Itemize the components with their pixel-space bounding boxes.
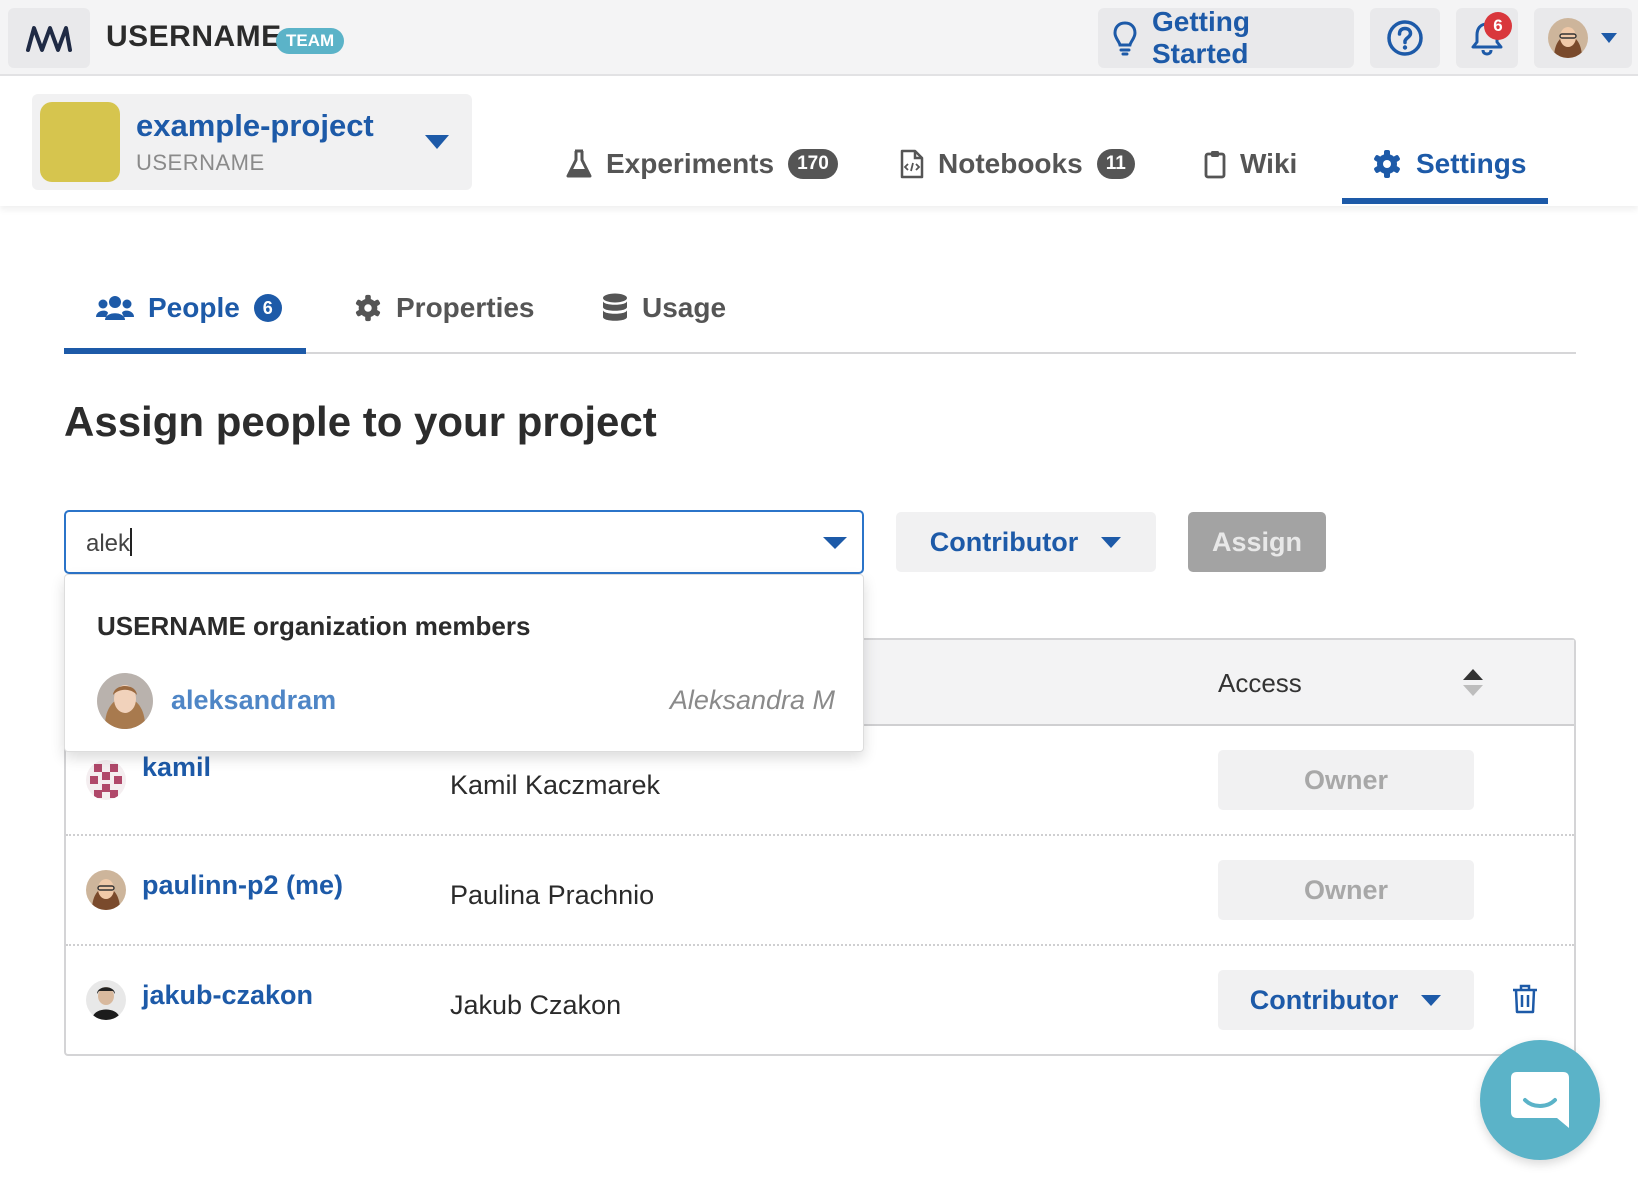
page-title: Assign people to your project [64,398,657,445]
notification-count-badge: 6 [1484,12,1512,40]
getting-started-button[interactable]: Getting Started [1098,6,1354,69]
member-full-name: Paulina Prachnio [450,880,655,910]
logo-button[interactable] [8,8,90,68]
avatar [86,870,126,910]
tab-label: Wiki [1240,148,1298,179]
member-suggestions-dropdown: USERNAME organization members aleksandra… [64,574,864,752]
top-navbar: USERNAME TEAM Getting Started 6 [0,0,1638,76]
wave-logo-icon [26,26,72,52]
gear-icon [1374,150,1400,178]
lightbulb-icon [1113,21,1137,56]
suggestion-username: aleksandram [171,685,337,715]
access-column-header[interactable]: Access [1218,668,1302,699]
avatar [86,980,126,1020]
tab-label: Settings [1416,148,1527,179]
settings-tabs: People 6 Properties Usage [64,270,1576,354]
project-avatar [40,102,120,182]
table-row: paulinn-p2 (me) Paulina Prachnio Owner [66,836,1574,946]
role-select[interactable]: Contributor [896,512,1156,572]
search-input-value[interactable]: alek [86,528,133,558]
tab-experiments[interactable]: Experiments 170 [566,148,838,180]
access-role-static: Owner [1218,860,1474,920]
tab-people[interactable]: People 6 [96,292,282,324]
access-role-label: Contributor [1249,984,1399,1015]
chevron-down-icon[interactable] [822,536,848,550]
tab-usage[interactable]: Usage [602,292,726,324]
active-tab-indicator [64,348,306,354]
avatar [1548,18,1588,58]
project-selector[interactable]: example-project USERNAME [32,94,472,190]
tab-notebooks[interactable]: Notebooks 11 [900,148,1135,180]
assign-button[interactable]: Assign [1188,512,1326,572]
flask-icon [566,149,592,178]
chevron-down-icon [1421,994,1442,1006]
access-role-static: Owner [1218,750,1474,810]
member-username-link[interactable]: jakub-czakon [142,980,313,1011]
tab-settings[interactable]: Settings [1372,148,1526,180]
chevron-down-icon [1601,33,1617,43]
member-full-name: Jakub Czakon [450,990,622,1020]
role-select-label: Contributor [929,526,1079,557]
chevron-down-icon [1101,536,1122,548]
chat-icon [1511,1072,1569,1128]
avatar [86,760,126,800]
question-circle-icon [1387,20,1423,56]
member-username-link[interactable]: kamil [142,752,211,783]
help-button[interactable] [1370,8,1440,68]
project-header: example-project USERNAME Experiments 170… [0,76,1638,206]
active-tab-indicator [1342,198,1548,204]
users-icon [96,296,134,320]
database-icon [603,293,627,321]
sort-icon[interactable] [1462,668,1484,698]
project-owner: USERNAME [136,150,265,175]
tab-label: Usage [642,292,727,323]
table-row: jakub-czakon Jakub Czakon Contributor [66,946,1574,1056]
text-cursor [130,528,133,556]
member-search-input[interactable]: alek [64,510,864,574]
member-full-name: Kamil Kaczmarek [450,770,661,800]
trash-icon[interactable] [1512,984,1538,1014]
getting-started-label: Getting Started [1151,6,1250,69]
notebooks-count-badge: 11 [1096,149,1135,179]
notebook-icon [900,149,924,179]
dropdown-group-heading: USERNAME organization members [97,611,531,641]
tab-properties[interactable]: Properties [354,292,535,324]
avatar [97,673,153,729]
suggestion-item[interactable]: aleksandram Aleksandra M [65,671,863,735]
tab-wiki[interactable]: Wiki [1204,148,1297,180]
user-menu-button[interactable] [1534,8,1632,68]
clipboard-icon [1204,151,1226,179]
experiments-count-badge: 170 [788,149,838,179]
gear-icon [355,294,381,322]
project-name: example-project [136,108,374,143]
org-name[interactable]: USERNAME [106,20,282,54]
suggestion-full-name: Aleksandra M [669,685,835,715]
tab-label: Experiments [606,148,775,179]
member-username-link[interactable]: paulinn-p2 (me) [142,870,343,901]
team-badge: TEAM [276,28,345,54]
chat-launcher-button[interactable] [1480,1040,1600,1160]
tab-label: People [148,292,240,323]
access-role-select[interactable]: Contributor [1218,970,1474,1030]
chevron-down-icon [425,135,449,149]
tab-label: Notebooks [938,148,1083,179]
tab-label: Properties [396,292,535,323]
notifications-button[interactable]: 6 [1456,8,1518,68]
people-count-badge: 6 [253,294,282,322]
